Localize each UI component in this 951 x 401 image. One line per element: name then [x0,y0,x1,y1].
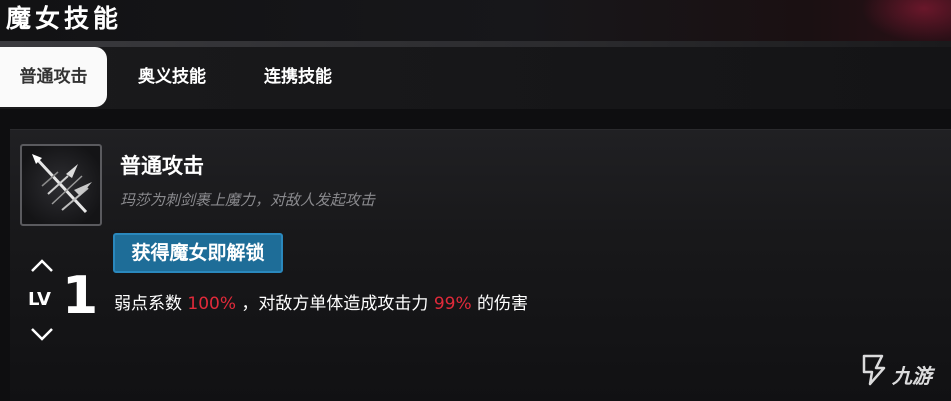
weakness-coefficient-value: 100% [187,294,237,314]
sword-slash-icon [20,144,102,226]
effect-text-3: 的伤害 [471,294,529,314]
chevron-down-icon[interactable] [30,326,54,342]
attack-ratio-value: 99% [433,294,472,314]
jiuyou-logo-icon [862,354,886,386]
header-decoration [861,0,951,42]
skill-name: 普通攻击 [120,154,204,178]
tab-ultimate-skill[interactable]: 奥义技能 [120,47,224,107]
watermark-text: 九游 [892,364,932,388]
effect-text-2: ，对敌方单体造成攻击力 [236,294,434,314]
unlock-badge: 获得魔女即解锁 [113,233,283,273]
level-value: 1 [62,266,99,326]
effect-text-1: 弱点系数 [114,294,188,314]
tab-bar: 普通攻击 奥义技能 连携技能 [0,47,951,109]
level-label: LV [28,289,51,310]
tab-combo-skill[interactable]: 连携技能 [246,47,350,107]
skill-description: 玛莎为刺剑裹上魔力，对敌人发起攻击 [120,191,376,209]
page-title: 魔女技能 [6,4,123,33]
chevron-up-icon[interactable] [30,258,54,274]
header-bar: 魔女技能 [0,0,951,42]
tab-normal-attack[interactable]: 普通攻击 [0,47,107,107]
skill-effect-text: 弱点系数 100% ，对敌方单体造成攻击力 99% 的伤害 [114,289,528,314]
